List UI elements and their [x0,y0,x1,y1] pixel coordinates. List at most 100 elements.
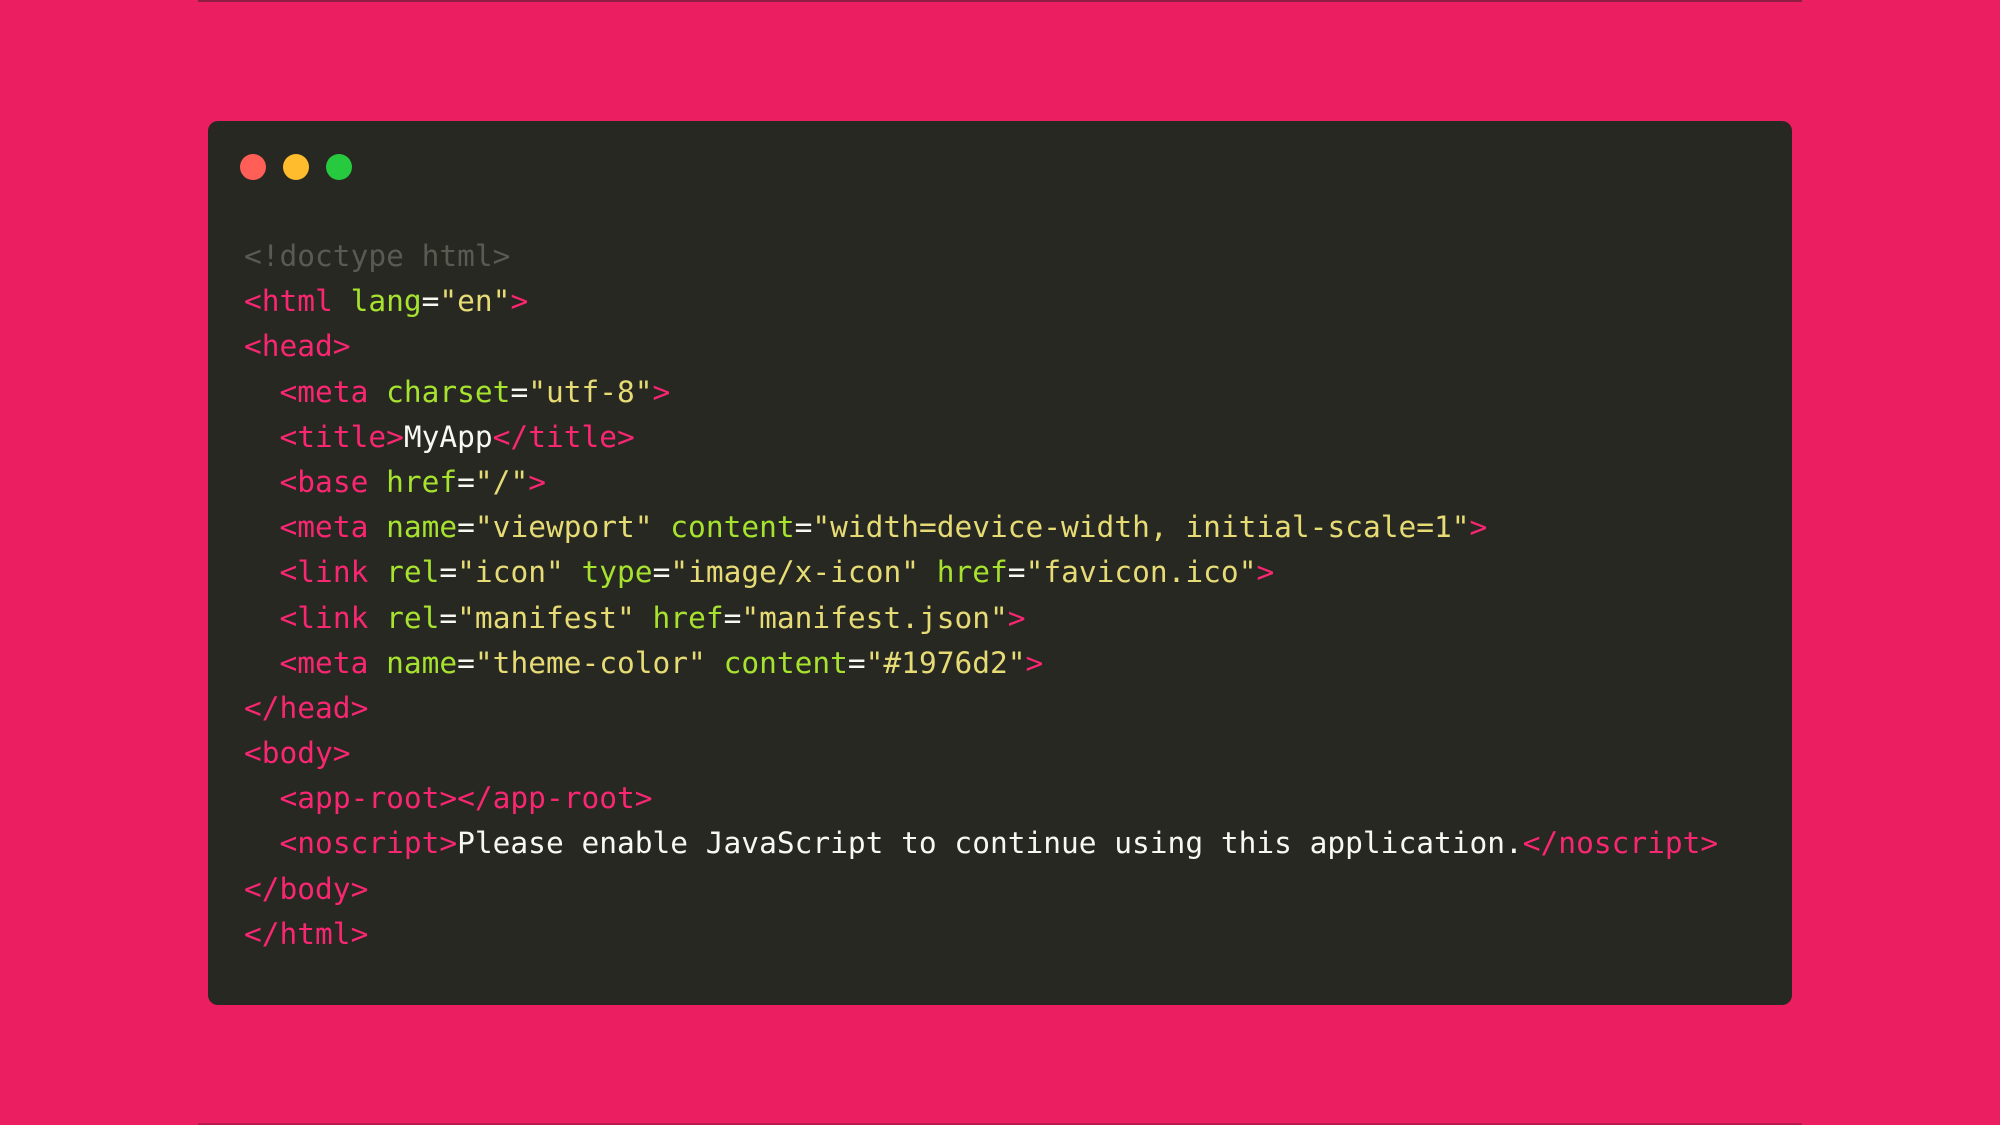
code-string: "manifest" [457,600,635,635]
page-background: <!doctype html> <html lang="en"> <head> <m… [0,0,2000,1125]
code-tag: <base [279,464,369,499]
code-line: <meta charset="utf-8"> [244,370,1718,415]
code-tag: <title> [279,419,404,454]
code-attribute: lang [350,284,422,319]
code-tag: </html> [244,916,369,951]
code-operator: = [652,555,671,590]
code-tag: </title> [492,419,635,454]
code-line: <link rel="icon" type="image/x-icon" hre… [244,550,1718,595]
code-line: <head> [244,324,1718,369]
code-attribute: href [936,555,1008,590]
code-window: <!doctype html> <html lang="en"> <head> <m… [208,121,1792,1005]
code-operator: = [794,510,813,545]
code-tag: > [1025,645,1044,680]
code-attribute: rel [386,555,440,590]
code-string: "theme-color" [474,645,706,680]
code-string: "utf-8" [528,374,653,409]
code-tag: <link [279,555,369,590]
minimize-dot[interactable] [283,154,309,180]
code-operator: = [723,600,742,635]
code-line: </html> [244,912,1718,957]
code-line: <noscript>Please enable JavaScript to co… [244,821,1719,866]
top-divider [198,0,1802,2]
code-string: "/" [474,464,529,499]
code-attribute: content [723,645,848,680]
code-string: "icon" [457,555,564,590]
code-operator: = [457,464,475,499]
code-attribute: name [386,645,458,680]
code-tag: <head> [244,329,351,364]
code-operator: = [421,284,440,319]
code-string: "width=device-width, initial-scale=1" [812,510,1470,545]
code-line: <meta name="viewport" content="width=dev… [244,505,1718,550]
code-attribute: href [386,464,458,499]
code-comment: <!doctype html> [244,239,511,273]
code-string: "en" [439,284,511,319]
code-line: </body> [244,867,1718,912]
code-string: "viewport" [474,510,653,545]
code-tag: <noscript> [279,826,458,861]
code-line: <title>MyApp</title> [244,415,1718,460]
code-string: "manifest.json" [741,600,1008,635]
code-tag: <meta [279,510,369,545]
code-attribute: rel [386,600,440,635]
code-tag: </noscript> [1522,826,1719,861]
code-tag: </head> [244,690,369,725]
code-operator: = [439,555,458,590]
code-string: "favicon.ico" [1025,555,1257,590]
code-line: <app-root></app-root> [244,776,1718,821]
code-string: "image/x-icon" [670,555,919,590]
code-line: <body> [244,731,1718,776]
code-tag: > [510,284,529,319]
code-operator: = [457,645,475,680]
code-attribute: name [386,510,458,545]
code-tag: > [1256,555,1275,590]
code-attribute: content [670,510,795,545]
code-tag: <meta [279,374,369,409]
code-line: <base href="/"> [244,460,1718,505]
code-attribute: href [652,600,724,635]
code-tag: </body> [244,871,369,906]
code-operator: = [1007,555,1026,590]
code-line: </head> [244,686,1718,731]
code-text: MyApp [403,419,493,454]
close-dot[interactable] [240,154,266,180]
code-text: Please enable JavaScript to continue usi… [457,826,1523,861]
code-tag: <body> [244,736,351,771]
code-line: <link rel="manifest" href="manifest.json… [244,596,1718,641]
code-tag: > [1007,600,1026,635]
window-controls [240,154,352,180]
code-operator: = [439,600,458,635]
code-tag: <app-root></app-root> [279,781,653,816]
code-tag: > [1469,510,1488,545]
code-tag: <meta [279,645,369,680]
code-operator: = [847,645,866,680]
code-tag: > [652,374,671,409]
code-attribute: type [581,555,653,590]
code-attribute: charset [386,374,511,409]
code-tag: > [528,464,546,499]
code-operator: = [510,374,529,409]
code-operator: = [457,510,475,545]
code-string: "#1976d2" [865,645,1026,680]
zoom-dot[interactable] [326,154,352,180]
code-line: <meta name="theme-color" content="#1976d… [244,641,1718,686]
